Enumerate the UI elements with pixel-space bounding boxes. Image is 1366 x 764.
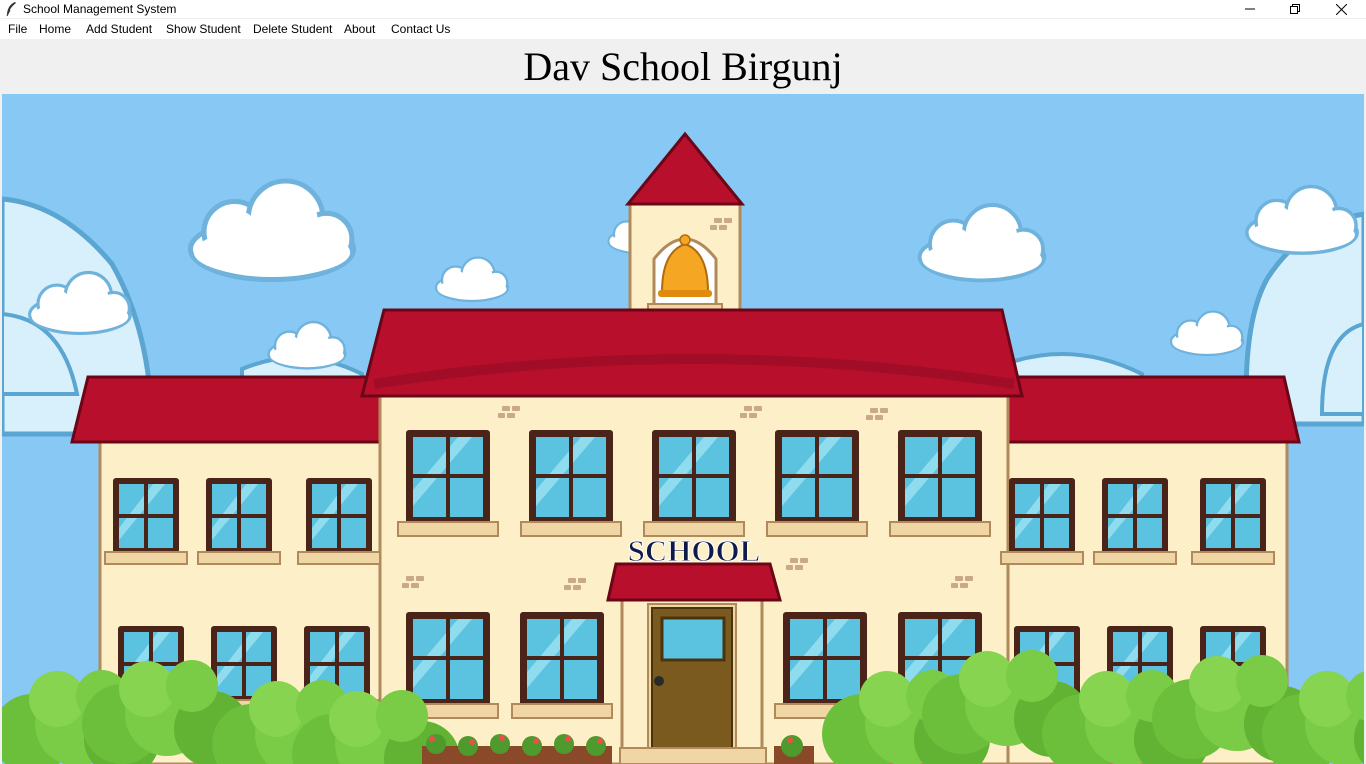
menu-show-student[interactable]: Show Student: [166, 22, 241, 37]
window-title-bar: School Management System: [0, 0, 1366, 18]
menu-file[interactable]: File: [8, 22, 27, 37]
menu-delete-student[interactable]: Delete Student: [253, 22, 332, 37]
minimize-button[interactable]: [1227, 0, 1273, 18]
minimize-icon: [1245, 8, 1255, 10]
menu-home[interactable]: Home: [39, 22, 71, 37]
school-sign: SCHOOL: [628, 533, 761, 568]
school-building-image: SCHOOL: [2, 94, 1364, 764]
close-button[interactable]: [1318, 0, 1364, 18]
restore-button[interactable]: [1272, 0, 1318, 18]
menu-contact-us[interactable]: Contact Us: [391, 22, 450, 37]
header-band: Dav School Birgunj: [0, 39, 1366, 94]
restore-icon: [1290, 4, 1300, 14]
window-title: School Management System: [23, 2, 177, 16]
menu-add-student[interactable]: Add Student: [86, 22, 152, 37]
menu-bar: File Home Add Student Show Student Delet…: [0, 19, 1366, 39]
school-illustration: SCHOOL: [2, 94, 1364, 764]
close-icon: [1335, 3, 1347, 15]
feather-icon: [6, 2, 16, 17]
page-title: Dav School Birgunj: [523, 44, 843, 89]
menu-about[interactable]: About: [344, 22, 375, 37]
